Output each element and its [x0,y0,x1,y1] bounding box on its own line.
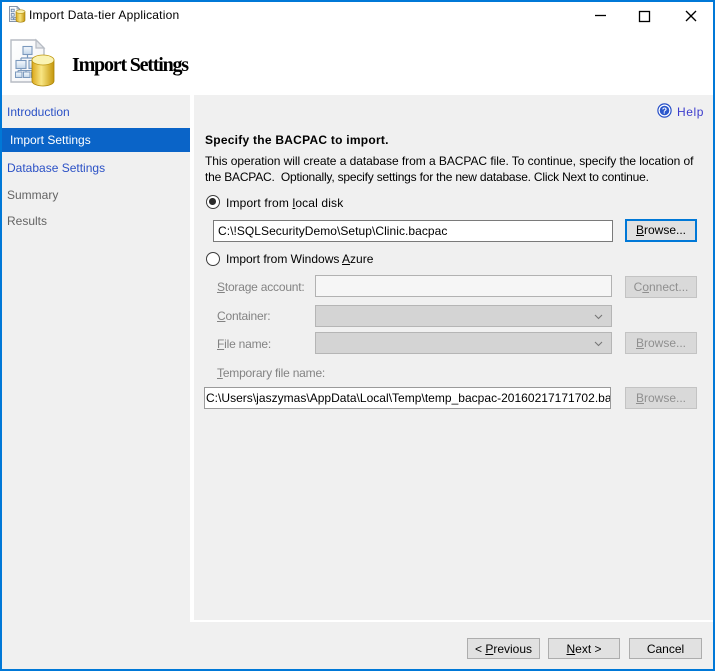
svg-text:?: ? [662,106,667,116]
